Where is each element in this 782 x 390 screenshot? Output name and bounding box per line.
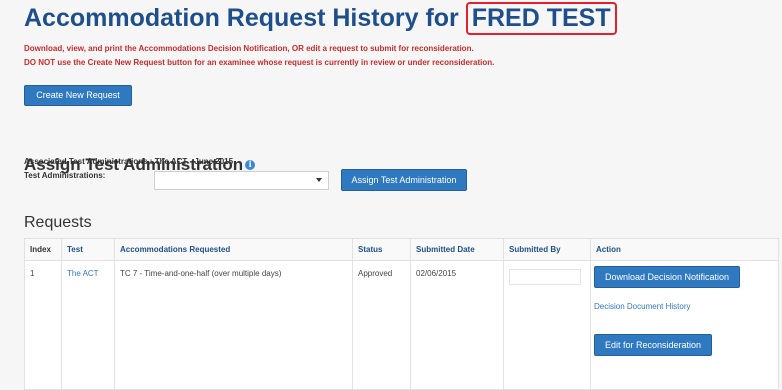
column-header-submitted-by: Submitted By: [503, 238, 591, 261]
cell-submitted-by: [503, 260, 591, 390]
column-header-index: Index: [24, 238, 62, 261]
column-header-status: Status: [352, 238, 411, 261]
column-header-action: Action: [590, 238, 779, 261]
requests-table: Index Test Accommodations Requested Stat…: [24, 238, 779, 390]
associated-test-administrations: Associated Test Administrations : The AC…: [24, 157, 234, 166]
requests-heading: Requests: [24, 214, 92, 231]
decision-document-history-link[interactable]: Decision Document History: [594, 302, 690, 311]
warning-text-1: Download, view, and print the Accommodat…: [24, 44, 474, 53]
edit-for-reconsideration-button[interactable]: Edit for Reconsideration: [594, 334, 712, 356]
column-header-test: Test: [61, 238, 115, 261]
cell-test: The ACT: [61, 260, 115, 390]
create-new-request-button[interactable]: Create New Request: [24, 85, 132, 106]
page-title-prefix: Accommodation Request History for: [24, 4, 459, 32]
table-row: 1 The ACT TC 7 - Time-and-one-half (over…: [24, 260, 779, 390]
test-link[interactable]: The ACT: [67, 269, 99, 278]
download-decision-notification-button[interactable]: Download Decision Notification: [594, 266, 740, 288]
cell-action: Download Decision Notification Decision …: [590, 260, 779, 390]
cell-status: Approved: [352, 260, 411, 390]
cell-index: 1: [24, 260, 62, 390]
test-administrations-select[interactable]: [154, 171, 329, 190]
column-header-submitted-date: Submitted Date: [410, 238, 504, 261]
cell-submitted-date: 02/06/2015: [410, 260, 504, 390]
chevron-down-icon: [316, 178, 322, 182]
examinee-name: FRED TEST: [465, 2, 617, 35]
test-administrations-label: Test Administrations:: [24, 171, 106, 180]
page-title: Accommodation Request History for FRED T…: [24, 2, 617, 35]
column-header-accommodations: Accommodations Requested: [114, 238, 353, 261]
assign-test-administration-button[interactable]: Assign Test Administration: [341, 169, 467, 191]
cell-accommodations: TC 7 - Time-and-one-half (over multiple …: [114, 260, 353, 390]
table-header-row: Index Test Accommodations Requested Stat…: [24, 238, 779, 261]
warning-text-2: DO NOT use the Create New Request button…: [24, 58, 495, 67]
submitted-by-value: [509, 269, 581, 285]
info-icon[interactable]: [245, 159, 256, 170]
